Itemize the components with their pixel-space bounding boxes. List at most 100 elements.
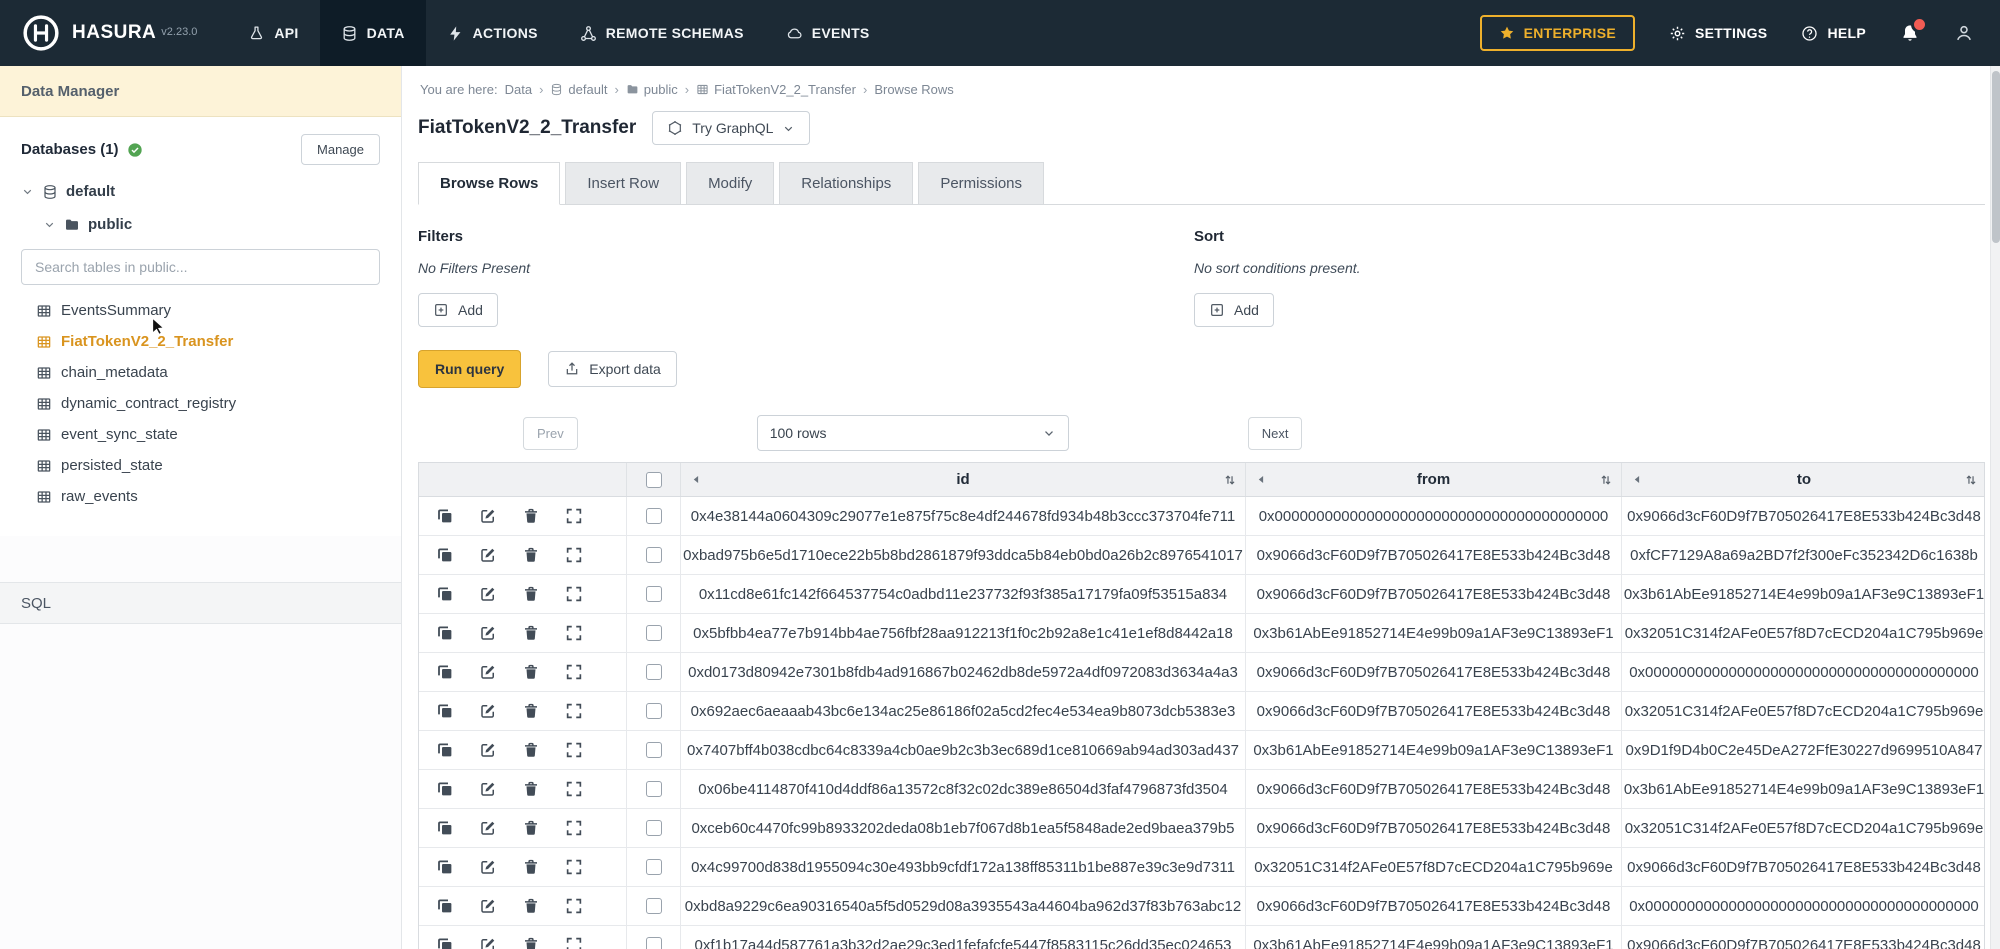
add-filter-button[interactable]: Add: [418, 293, 498, 327]
collapse-column-icon[interactable]: [1631, 473, 1644, 486]
breadcrumb-item-data[interactable]: Data: [505, 82, 532, 97]
nav-item-events[interactable]: EVENTS: [765, 0, 891, 66]
select-all-checkbox[interactable]: [646, 472, 662, 488]
sort-column-icon[interactable]: [1964, 473, 1978, 487]
edit-row-button[interactable]: [477, 622, 499, 644]
edit-row-button[interactable]: [477, 544, 499, 566]
sidebar-table-event-sync-state[interactable]: event_sync_state: [21, 419, 380, 450]
delete-row-button[interactable]: [520, 778, 542, 800]
expand-row-button[interactable]: [563, 622, 585, 644]
column-header-to[interactable]: to: [1621, 463, 1986, 496]
user-menu-button[interactable]: [1954, 23, 1974, 43]
chevron-down-icon[interactable]: [21, 185, 34, 198]
try-graphql-button[interactable]: Try GraphQL: [652, 111, 810, 145]
run-query-button[interactable]: Run query: [418, 350, 521, 388]
collapse-column-icon[interactable]: [690, 473, 703, 486]
clone-row-button[interactable]: [434, 544, 456, 566]
edit-row-button[interactable]: [477, 778, 499, 800]
sort-column-icon[interactable]: [1599, 473, 1613, 487]
sql-section[interactable]: SQL: [0, 582, 401, 624]
clone-row-button[interactable]: [434, 739, 456, 761]
row-checkbox[interactable]: [646, 547, 662, 563]
breadcrumb-item-default[interactable]: default: [550, 82, 607, 97]
settings-button[interactable]: SETTINGS: [1669, 25, 1767, 42]
sidebar-table-fiattokenv2-2-transfer[interactable]: FiatTokenV2_2_Transfer: [21, 326, 380, 357]
breadcrumb-item-browse-rows[interactable]: Browse Rows: [874, 82, 953, 97]
delete-row-button[interactable]: [520, 505, 542, 527]
notifications-button[interactable]: [1900, 23, 1920, 43]
clone-row-button[interactable]: [434, 817, 456, 839]
row-checkbox[interactable]: [646, 820, 662, 836]
clone-row-button[interactable]: [434, 778, 456, 800]
delete-row-button[interactable]: [520, 661, 542, 683]
page-size-select[interactable]: 100 rows: [757, 415, 1069, 451]
expand-row-button[interactable]: [563, 544, 585, 566]
table-search-input[interactable]: [21, 249, 380, 285]
delete-row-button[interactable]: [520, 622, 542, 644]
nav-item-actions[interactable]: ACTIONS: [426, 0, 559, 66]
sidebar-table-raw-events[interactable]: raw_events: [21, 481, 380, 512]
edit-row-button[interactable]: [477, 856, 499, 878]
delete-row-button[interactable]: [520, 544, 542, 566]
clone-row-button[interactable]: [434, 622, 456, 644]
row-checkbox[interactable]: [646, 586, 662, 602]
export-data-button[interactable]: Export data: [548, 351, 677, 387]
tab-permissions[interactable]: Permissions: [918, 162, 1044, 204]
row-checkbox[interactable]: [646, 703, 662, 719]
edit-row-button[interactable]: [477, 739, 499, 761]
tab-modify[interactable]: Modify: [686, 162, 774, 204]
clone-row-button[interactable]: [434, 583, 456, 605]
breadcrumb-item-public[interactable]: public: [626, 82, 678, 97]
column-header-id[interactable]: id: [680, 463, 1245, 496]
clone-row-button[interactable]: [434, 700, 456, 722]
row-checkbox[interactable]: [646, 508, 662, 524]
sort-column-icon[interactable]: [1223, 473, 1237, 487]
delete-row-button[interactable]: [520, 583, 542, 605]
expand-row-button[interactable]: [563, 661, 585, 683]
expand-row-button[interactable]: [563, 739, 585, 761]
expand-row-button[interactable]: [563, 700, 585, 722]
row-checkbox[interactable]: [646, 625, 662, 641]
row-checkbox[interactable]: [646, 742, 662, 758]
column-header-from[interactable]: from: [1245, 463, 1621, 496]
nav-item-api[interactable]: API: [227, 0, 319, 66]
tab-insert-row[interactable]: Insert Row: [565, 162, 681, 204]
tab-browse-rows[interactable]: Browse Rows: [418, 162, 560, 205]
delete-row-button[interactable]: [520, 895, 542, 917]
schema-tree-item-public[interactable]: public: [21, 208, 380, 241]
sidebar-table-chain-metadata[interactable]: chain_metadata: [21, 357, 380, 388]
expand-row-button[interactable]: [563, 505, 585, 527]
nav-item-remote-schemas[interactable]: REMOTE SCHEMAS: [559, 0, 765, 66]
row-checkbox[interactable]: [646, 859, 662, 875]
clone-row-button[interactable]: [434, 934, 456, 949]
clone-row-button[interactable]: [434, 661, 456, 683]
manage-button[interactable]: Manage: [301, 134, 380, 165]
expand-row-button[interactable]: [563, 778, 585, 800]
sidebar-table-persisted-state[interactable]: persisted_state: [21, 450, 380, 481]
help-button[interactable]: HELP: [1801, 25, 1866, 42]
nav-item-data[interactable]: DATA: [320, 0, 426, 66]
add-sort-button[interactable]: Add: [1194, 293, 1274, 327]
expand-row-button[interactable]: [563, 583, 585, 605]
edit-row-button[interactable]: [477, 661, 499, 683]
clone-row-button[interactable]: [434, 895, 456, 917]
tab-relationships[interactable]: Relationships: [779, 162, 913, 204]
edit-row-button[interactable]: [477, 895, 499, 917]
row-checkbox[interactable]: [646, 781, 662, 797]
expand-row-button[interactable]: [563, 895, 585, 917]
collapse-column-icon[interactable]: [1255, 473, 1268, 486]
chevron-down-icon[interactable]: [43, 218, 56, 231]
row-checkbox[interactable]: [646, 937, 662, 949]
prev-page-button[interactable]: Prev: [523, 417, 578, 450]
next-page-button[interactable]: Next: [1248, 417, 1303, 450]
sidebar-table-eventssummary[interactable]: EventsSummary: [21, 295, 380, 326]
row-checkbox[interactable]: [646, 664, 662, 680]
delete-row-button[interactable]: [520, 856, 542, 878]
expand-row-button[interactable]: [563, 817, 585, 839]
delete-row-button[interactable]: [520, 739, 542, 761]
expand-row-button[interactable]: [563, 856, 585, 878]
delete-row-button[interactable]: [520, 817, 542, 839]
edit-row-button[interactable]: [477, 700, 499, 722]
scrollbar-thumb[interactable]: [1992, 71, 2000, 243]
expand-row-button[interactable]: [563, 934, 585, 949]
